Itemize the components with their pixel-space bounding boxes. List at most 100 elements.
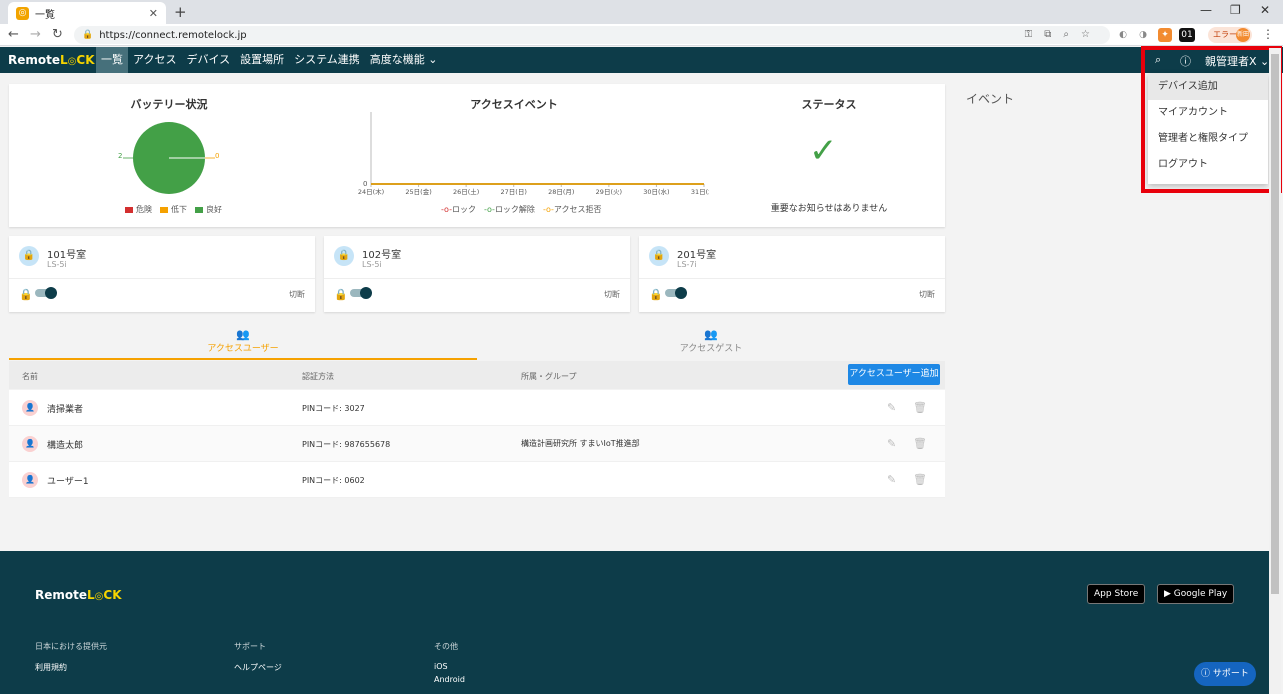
legend-critical: 危険: [125, 204, 152, 215]
checkmark-icon: ✓: [809, 131, 838, 171]
connection-state: 切断: [289, 290, 305, 299]
chart-x-tick-label: 26日(土): [453, 187, 479, 196]
restore-icon[interactable]: ❐: [1230, 3, 1241, 17]
divider: [324, 278, 630, 279]
device-name: 102号室: [362, 250, 402, 261]
device-name: 101号室: [47, 250, 87, 261]
footer-ios-link[interactable]: iOS: [434, 662, 448, 671]
lock-toggle[interactable]: [665, 287, 687, 299]
back-icon[interactable]: ←: [8, 27, 19, 42]
battery-left-label: 2: [118, 152, 123, 160]
profile-error-pill[interactable]: エラー 新田: [1208, 27, 1252, 43]
edit-icon[interactable]: ✎: [887, 437, 896, 450]
summary-card: バッテリー状況 2 0 危険 低下 良好 アクセスイベント 0 24日(木) 25日…: [9, 84, 945, 227]
tab-access-users[interactable]: 👥 アクセスユーザー: [9, 323, 477, 360]
col-auth: 認証方法: [302, 372, 334, 381]
support-button[interactable]: ⓘ サポート: [1194, 662, 1256, 686]
divider: [9, 278, 315, 279]
user-icon: 👤: [22, 472, 38, 488]
lock-icon: 🔒: [334, 246, 354, 266]
remotelock-logo[interactable]: RemoteL◎CK: [8, 53, 95, 67]
browser-tab-title: 一覧: [35, 9, 55, 21]
table-row[interactable]: 👤 清掃業者 PINコード: 3027 ✎ 🗑: [9, 390, 945, 426]
trash-icon[interactable]: 🗑: [913, 401, 927, 414]
lock-toggle[interactable]: [350, 287, 372, 299]
chart-y-tick-label: 0: [363, 180, 367, 188]
battery-right-label: 0: [215, 152, 220, 160]
footer-terms-link[interactable]: 利用規約: [35, 662, 67, 673]
locked-icon: 🔒: [334, 288, 348, 301]
omnibox-action-icons[interactable]: ⚿⧉⌕☆: [1025, 29, 1102, 40]
users-table-header: 名前 認証方法 所属・グループ: [9, 361, 945, 389]
app-store-badge[interactable]: App Store: [1087, 584, 1146, 604]
address-bar[interactable]: 🔒 https://connect.remotelock.jp ⚿⧉⌕☆: [74, 26, 1110, 44]
chart-x-tick-label: 28日(月): [548, 188, 574, 196]
lock-icon: 🔒: [19, 246, 39, 266]
nav-devices[interactable]: デバイス: [181, 47, 235, 73]
chevron-down-icon: ⌄: [428, 53, 438, 66]
nav-locations[interactable]: 設置場所: [235, 47, 289, 73]
browser-tab[interactable]: ◎ 一覧 ✕: [8, 2, 166, 24]
user-name[interactable]: 清掃業者: [47, 402, 83, 415]
window-close-icon[interactable]: ✕: [1260, 3, 1270, 17]
forward-icon[interactable]: →: [30, 27, 41, 42]
url-text: https://connect.remotelock.jp: [99, 29, 247, 41]
error-label: エラー: [1213, 30, 1237, 39]
page-scrollbar[interactable]: [1269, 48, 1281, 694]
chart-x-tick-label: 25日(金): [405, 187, 431, 196]
browser-toolbar: ← → ↻ 🔒 https://connect.remotelock.jp ⚿⧉…: [0, 24, 1283, 46]
connection-state: 切断: [604, 290, 620, 299]
minimize-icon[interactable]: —: [1200, 3, 1212, 17]
connection-state: 切断: [919, 290, 935, 299]
play-icon: ▶: [1164, 589, 1174, 599]
new-tab-icon[interactable]: +: [174, 3, 187, 21]
col-group: 所属・グループ: [521, 372, 577, 381]
avatar: 新田: [1236, 28, 1250, 42]
legend-unlock: -o-ロック解除: [483, 205, 535, 214]
table-row[interactable]: 👤 ユーザー1 PINコード: 0602 ✎ 🗑: [9, 462, 945, 498]
chart-x-tick-label: 24日(木): [358, 187, 384, 196]
nav-access[interactable]: アクセス: [128, 47, 181, 73]
tab-access-guests[interactable]: 👥 アクセスゲスト: [477, 323, 945, 360]
user-name[interactable]: ユーザー1: [47, 474, 89, 487]
table-row[interactable]: 👤 構造太郎 PINコード: 987655678 構造計画研究所 すまいIoT推…: [9, 426, 945, 462]
nav-advanced[interactable]: 高度な機能 ⌄: [365, 47, 443, 73]
legend-denied: -o-アクセス拒否: [542, 205, 602, 214]
lock-toggle[interactable]: [35, 287, 57, 299]
extension-icon[interactable]: ◑: [1136, 28, 1150, 42]
legend-low: 低下: [160, 204, 187, 215]
google-play-badge[interactable]: ▶ Google Play: [1157, 584, 1235, 604]
col-name: 名前: [22, 372, 38, 381]
footer-android-link[interactable]: Android: [434, 675, 465, 684]
device-card[interactable]: 🔒 201号室 LS-7i 🔒 切断: [639, 236, 945, 312]
edit-icon[interactable]: ✎: [887, 473, 896, 486]
user-pin: PINコード: 3027: [302, 404, 365, 413]
nav-integrations[interactable]: システム連携: [289, 47, 365, 73]
user-name[interactable]: 構造太郎: [47, 438, 83, 451]
help-icon: ⓘ: [1201, 669, 1213, 679]
battery-title: バッテリー状況: [130, 98, 208, 111]
trash-icon[interactable]: 🗑: [913, 473, 927, 486]
locked-icon: 🔒: [649, 288, 663, 301]
extension-01-icon[interactable]: 01: [1179, 28, 1195, 42]
device-card[interactable]: 🔒 102号室 LS-5i 🔒 切断: [324, 236, 630, 312]
users-icon: 👥: [236, 328, 250, 341]
device-name: 201号室: [677, 250, 717, 261]
extension-icon[interactable]: ✦: [1158, 28, 1172, 42]
favicon-icon: ◎: [16, 6, 29, 20]
footer-help-link[interactable]: ヘルプページ: [234, 662, 282, 673]
edit-icon[interactable]: ✎: [887, 401, 896, 414]
browser-menu-icon[interactable]: ⋮: [1262, 27, 1274, 41]
chart-x-tick-label: 29日(火): [596, 188, 622, 196]
device-card[interactable]: 🔒 101号室 LS-5i 🔒 切断: [9, 236, 315, 312]
user-icon: 👤: [22, 436, 38, 452]
nav-overview[interactable]: 一覧: [96, 47, 128, 73]
user-pin: PINコード: 987655678: [302, 440, 391, 449]
reload-icon[interactable]: ↻: [52, 27, 63, 42]
locked-icon: 🔒: [19, 288, 33, 301]
add-access-user-button[interactable]: アクセスユーザー追加: [848, 364, 940, 385]
trash-icon[interactable]: 🗑: [913, 437, 927, 450]
footer-logo[interactable]: RemoteL◎CK: [35, 588, 122, 602]
close-tab-icon[interactable]: ✕: [149, 7, 158, 20]
extension-icon[interactable]: ◐: [1116, 28, 1130, 42]
